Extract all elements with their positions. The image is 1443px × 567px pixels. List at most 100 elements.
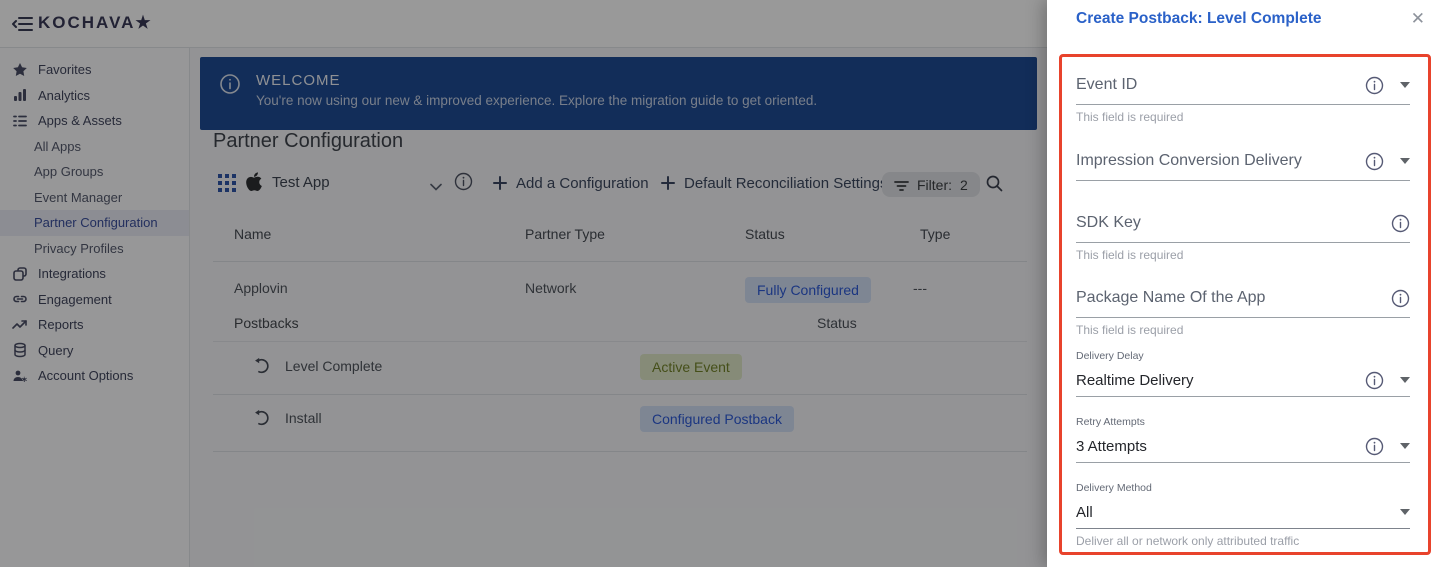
sidebar-item-label: Privacy Profiles (34, 240, 124, 256)
app-selector[interactable]: Test App (272, 174, 330, 191)
sidebar: Favorites Analytics Apps & Assets All Ap… (0, 48, 190, 567)
postback-arrow-icon (252, 409, 270, 427)
dropdown-caret-icon[interactable] (1400, 377, 1410, 383)
field-helper: This field is required (1076, 248, 1184, 262)
default-reconciliation-label: Default Reconciliation Settings (684, 174, 888, 192)
field-label: SDK Key (1076, 214, 1141, 231)
field-helper: This field is required (1076, 110, 1184, 124)
search-icon[interactable] (985, 174, 1003, 192)
sidebar-item-analytics[interactable]: Analytics (0, 83, 189, 109)
app-info-icon[interactable] (454, 172, 473, 191)
link-icon (12, 291, 28, 307)
sidebar-item-label: Reports (38, 317, 84, 333)
info-icon[interactable] (1391, 289, 1410, 308)
postback-name: Level Complete (285, 358, 383, 374)
app-window: KOCHAVA★ Favorites Analytics Apps & Asse… (0, 0, 1443, 567)
sidebar-item-query[interactable]: Query (0, 338, 189, 364)
field-value: All (1076, 503, 1093, 521)
sidebar-item-privacy-profiles[interactable]: Privacy Profiles (0, 236, 189, 262)
sidebar-item-apps-assets[interactable]: Apps & Assets (0, 108, 189, 134)
filter-button[interactable]: Filter: 2 (882, 172, 980, 197)
field-small-label: Retry Attempts (1076, 416, 1145, 428)
dropdown-caret-icon[interactable] (1400, 82, 1410, 88)
sidebar-item-label: Account Options (38, 368, 134, 384)
delivery-delay-field[interactable]: Delivery Delay Realtime Delivery (1076, 350, 1410, 397)
sdk-key-field[interactable]: SDK Key This field is required (1076, 204, 1410, 262)
field-helper: Deliver all or network only attributed t… (1076, 534, 1300, 548)
partner-type: Network (525, 280, 577, 296)
info-icon[interactable] (1365, 371, 1384, 390)
info-icon[interactable] (1365, 76, 1384, 95)
account-gear-icon (12, 368, 28, 384)
filter-icon (894, 179, 909, 191)
banner-title: WELCOME (256, 72, 341, 89)
status-badge: Fully Configured (745, 277, 871, 303)
sidebar-item-label: All Apps (34, 138, 81, 154)
field-label: Event ID (1076, 76, 1138, 93)
partner-name: Applovin (234, 280, 288, 296)
sidebar-item-label: Apps & Assets (38, 113, 122, 129)
bar-chart-icon (12, 87, 28, 103)
info-icon[interactable] (1365, 437, 1384, 456)
field-small-label: Delivery Method (1076, 482, 1152, 494)
field-label: Impression Conversion Delivery (1076, 152, 1302, 169)
event-id-field[interactable]: Event ID This field is required (1076, 66, 1410, 124)
field-small-label: Delivery Delay (1076, 350, 1144, 362)
info-icon (219, 73, 241, 95)
sidebar-item-event-manager[interactable]: Event Manager (0, 185, 189, 211)
sidebar-item-partner-configuration[interactable]: Partner Configuration (0, 210, 189, 236)
plus-icon (493, 176, 507, 190)
close-icon[interactable]: ✕ (1411, 8, 1425, 30)
sidebar-item-all-apps[interactable]: All Apps (0, 134, 189, 160)
dropdown-caret-icon[interactable] (1400, 443, 1410, 449)
welcome-banner: WELCOME You're now using our new & impro… (200, 57, 1037, 130)
trend-icon (12, 317, 28, 333)
info-icon[interactable] (1391, 214, 1410, 233)
postback-arrow-icon (252, 357, 270, 375)
status-badge: Active Event (640, 354, 742, 380)
top-bar: KOCHAVA★ (0, 0, 1047, 48)
panel-title: Create Postback: Level Complete (1076, 10, 1322, 27)
sidebar-item-label: Partner Configuration (34, 215, 158, 231)
postback-name: Install (285, 410, 322, 426)
field-helper: This field is required (1076, 323, 1184, 337)
default-reconciliation-button[interactable]: Default Reconciliation Settings (661, 171, 887, 195)
impression-conversion-delivery-field[interactable]: Impression Conversion Delivery (1076, 142, 1410, 181)
sidebar-item-engagement[interactable]: Engagement (0, 287, 189, 313)
column-header-partner-type: Partner Type (525, 226, 605, 242)
chevron-down-icon[interactable] (430, 178, 442, 191)
dropdown-caret-icon[interactable] (1400, 509, 1410, 515)
grid-view-icon[interactable] (218, 174, 236, 192)
apple-icon (246, 171, 262, 191)
divider (213, 341, 1027, 342)
dropdown-caret-icon[interactable] (1400, 158, 1410, 164)
create-postback-panel: Create Postback: Level Complete ✕ Event … (1047, 0, 1443, 567)
sidebar-item-app-groups[interactable]: App Groups (0, 159, 189, 185)
column-header-name: Name (234, 226, 272, 242)
star-icon (12, 62, 28, 78)
package-name-field[interactable]: Package Name Of the App This field is re… (1076, 279, 1410, 337)
retry-attempts-field[interactable]: Retry Attempts 3 Attempts (1076, 416, 1410, 463)
sidebar-item-label: Engagement (38, 291, 112, 307)
integrations-icon (12, 266, 28, 282)
sidebar-item-label: Event Manager (34, 189, 123, 205)
sidebar-item-label: Query (38, 342, 74, 358)
sidebar-item-reports[interactable]: Reports (0, 312, 189, 338)
delivery-method-field[interactable]: Delivery Method All Deliver all or netwo… (1076, 482, 1410, 548)
column-header-status: Status (745, 226, 785, 242)
add-configuration-button[interactable]: Add a Configuration (493, 171, 649, 195)
sidebar-item-label: App Groups (34, 164, 104, 180)
banner-message: You're now using our new & improved expe… (256, 93, 818, 108)
sidebar-item-favorites[interactable]: Favorites (0, 57, 189, 83)
sidebar-item-account-options[interactable]: Account Options (0, 363, 189, 389)
menu-toggle-icon[interactable] (11, 14, 34, 34)
plus-icon (661, 176, 675, 190)
info-icon[interactable] (1365, 152, 1384, 171)
divider (213, 261, 1027, 262)
sidebar-item-label: Analytics (38, 87, 91, 103)
field-value: Realtime Delivery (1076, 371, 1194, 389)
filter-label: Filter: (917, 176, 952, 193)
sidebar-item-integrations[interactable]: Integrations (0, 261, 189, 287)
postbacks-section-label: Postbacks (234, 315, 299, 331)
status-subheader: Status (817, 315, 857, 331)
